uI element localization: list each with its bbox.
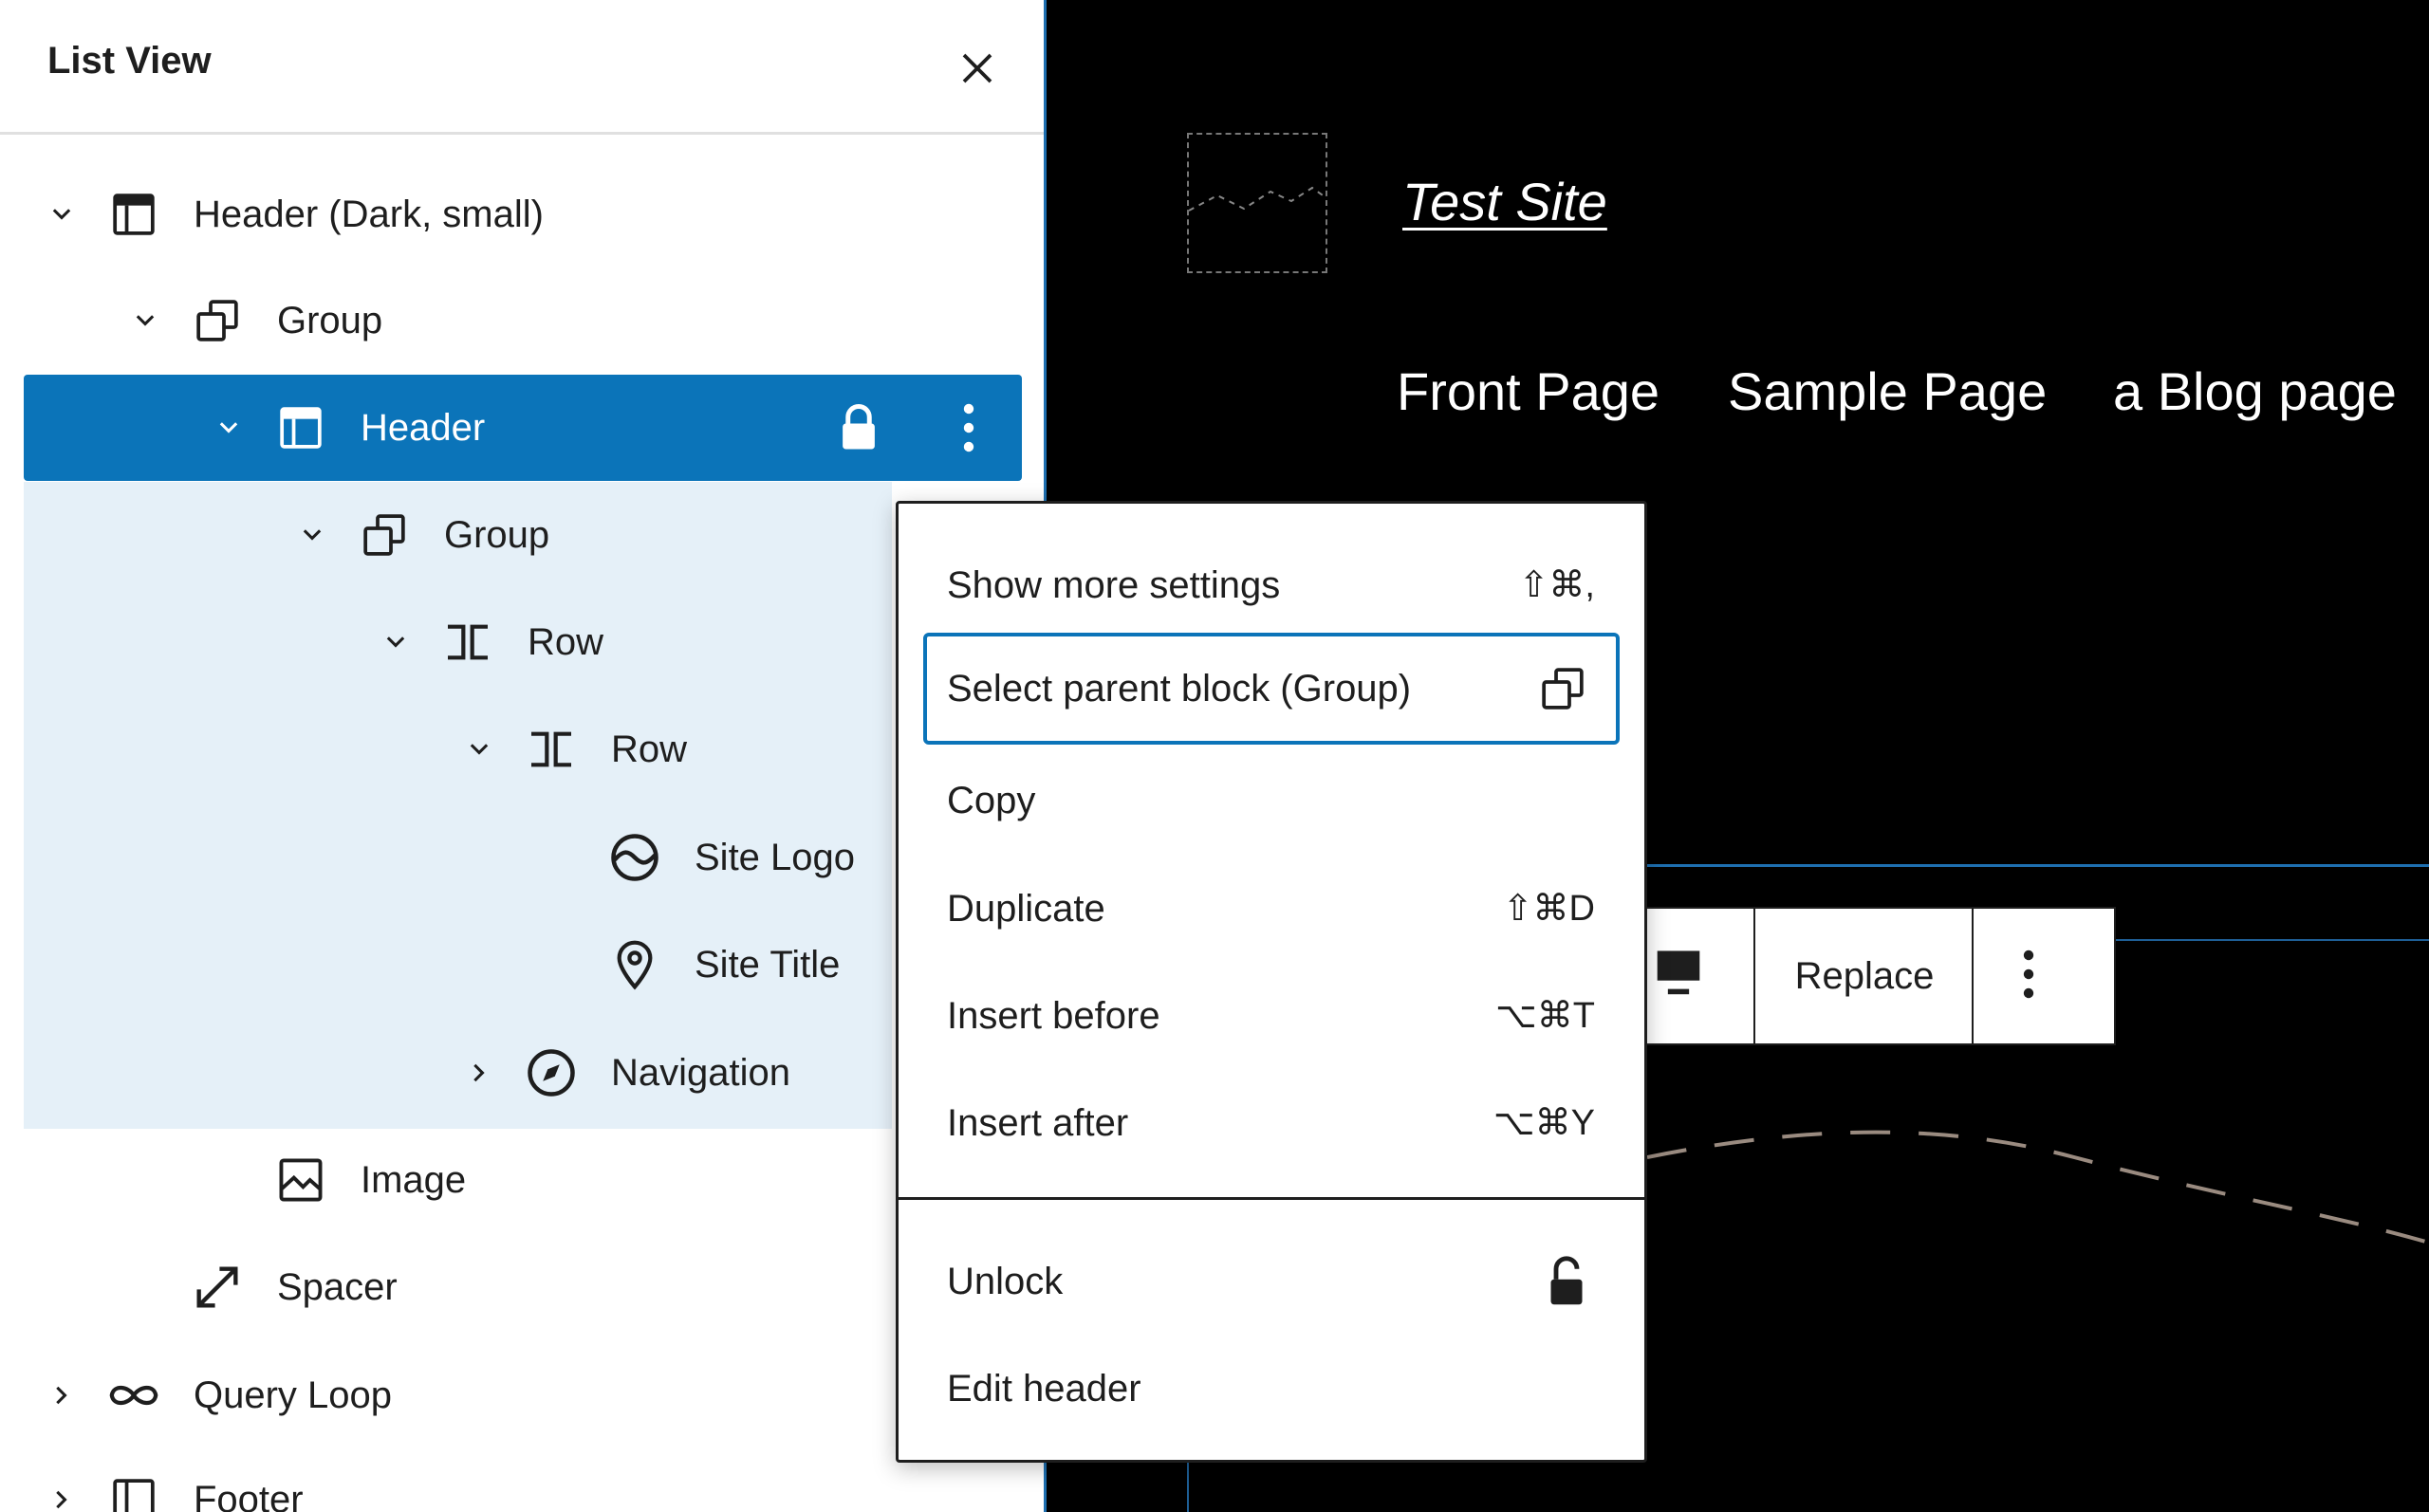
chevron-down-icon[interactable]: [41, 161, 83, 267]
list-item-label: Row: [528, 621, 604, 663]
chevron-down-icon[interactable]: [208, 375, 250, 481]
menu-item-unlock[interactable]: Unlock: [923, 1227, 1620, 1336]
list-item-header-selected[interactable]: Header: [24, 375, 1022, 481]
menu-separator: [899, 1197, 1644, 1200]
options-kebab-icon[interactable]: [942, 375, 995, 481]
list-item-label: Group: [444, 514, 550, 556]
list-view-panel: List View Header (Dark, small) Group Hea…: [0, 0, 1047, 1512]
menu-item-shortcut: ⌥⌘Y: [1493, 1103, 1595, 1143]
map-marker-icon: [606, 912, 663, 1018]
menu-item-label: Insert after: [947, 1102, 1129, 1144]
menu-item-label: Show more settings: [947, 564, 1281, 606]
menu-item-duplicate[interactable]: Duplicate ⇧⌘D: [923, 855, 1620, 963]
template-part-icon: [105, 161, 162, 267]
menu-item-show-more-settings[interactable]: Show more settings ⇧⌘,: [923, 531, 1620, 639]
block-options-menu: Show more settings ⇧⌘, Select parent blo…: [896, 501, 1647, 1463]
menu-item-label: Duplicate: [947, 888, 1105, 930]
close-icon: [962, 53, 992, 83]
chevron-right-icon[interactable]: [458, 1020, 500, 1126]
site-logo-icon: [606, 804, 663, 911]
list-item-image[interactable]: Image: [24, 1127, 1022, 1233]
list-item-navigation[interactable]: Navigation: [24, 1020, 1022, 1126]
group-icon: [1536, 636, 1589, 741]
menu-item-shortcut: ⌥⌘T: [1494, 996, 1595, 1036]
chevron-down-icon[interactable]: [291, 482, 333, 588]
resize-icon: [189, 1234, 246, 1340]
nav-link-front-page[interactable]: Front Page: [1397, 360, 1660, 422]
list-item-label: Site Title: [695, 944, 841, 986]
menu-item-select-parent[interactable]: Select parent block (Group): [923, 633, 1620, 745]
group-icon: [356, 482, 413, 588]
panel-header: List View: [0, 0, 1044, 135]
nav-link-blog-page[interactable]: a Blog page: [2113, 360, 2397, 422]
list-item-site-title[interactable]: Site Title: [24, 912, 1022, 1018]
replace-button[interactable]: Replace: [1757, 909, 1972, 1043]
chevron-down-icon[interactable]: [375, 589, 417, 695]
menu-item-insert-before[interactable]: Insert before ⌥⌘T: [923, 962, 1620, 1070]
navigation-icon: [523, 1020, 580, 1126]
row-icon: [523, 696, 580, 802]
menu-item-label: Edit header: [947, 1368, 1141, 1410]
block-toolbar: Replace: [1613, 907, 2116, 1045]
list-item-label: Query Loop: [194, 1374, 393, 1416]
list-item-label: Group: [277, 300, 383, 341]
nav-link-sample-page[interactable]: Sample Page: [1728, 360, 2047, 422]
row-icon: [439, 589, 496, 695]
more-options-icon[interactable]: [2023, 947, 2034, 1002]
menu-item-shortcut: ⇧⌘D: [1502, 889, 1595, 929]
list-item-label: Site Logo: [695, 837, 856, 878]
menu-item-label: Select parent block (Group): [947, 668, 1412, 710]
list-item-group[interactable]: Group: [24, 267, 1022, 374]
list-item-label: Footer: [194, 1479, 304, 1512]
chevron-down-icon[interactable]: [124, 267, 166, 374]
list-item-group[interactable]: Group: [24, 482, 1022, 588]
align-icon[interactable]: [1653, 947, 1704, 1002]
list-item-label: Image: [361, 1159, 467, 1201]
group-icon: [189, 267, 246, 374]
menu-item-insert-after[interactable]: Insert after ⌥⌘Y: [923, 1069, 1620, 1177]
list-item-row[interactable]: Row: [24, 696, 1022, 802]
list-item-query-loop[interactable]: Query Loop: [24, 1342, 1022, 1448]
logo-placeholder-icon: [1188, 186, 1326, 212]
chevron-down-icon[interactable]: [458, 696, 500, 802]
list-item-row[interactable]: Row: [24, 589, 1022, 695]
menu-item-edit-header[interactable]: Edit header: [923, 1335, 1620, 1443]
lock-icon[interactable]: [832, 375, 885, 481]
close-button[interactable]: [951, 42, 1004, 95]
dashed-curve-decoration: [1647, 1130, 2429, 1245]
list-item-label: Header (Dark, small): [194, 194, 544, 235]
unlock-icon: [1540, 1227, 1593, 1336]
panel-title: List View: [47, 40, 212, 82]
chevron-right-icon[interactable]: [41, 1447, 83, 1512]
menu-item-copy[interactable]: Copy: [923, 747, 1620, 855]
list-item-label: Spacer: [277, 1266, 398, 1308]
toolbar-separator: [1972, 909, 1974, 1043]
chevron-right-icon[interactable]: [41, 1342, 83, 1448]
site-title[interactable]: Test Site: [1402, 171, 1607, 232]
list-item-label: Navigation: [611, 1052, 791, 1094]
list-item-label: Header: [361, 407, 486, 449]
list-item-site-logo[interactable]: Site Logo: [24, 804, 1022, 911]
site-logo-placeholder[interactable]: [1187, 133, 1327, 273]
menu-item-label: Insert before: [947, 995, 1160, 1037]
toolbar-separator: [1753, 909, 1755, 1043]
list-item-footer[interactable]: Footer: [24, 1447, 1022, 1512]
menu-item-label: Unlock: [947, 1261, 1064, 1302]
menu-item-label: Copy: [947, 780, 1036, 821]
list-item-label: Row: [611, 728, 688, 770]
menu-item-shortcut: ⇧⌘,: [1518, 565, 1595, 605]
list-item-spacer[interactable]: Spacer: [24, 1234, 1022, 1340]
image-icon: [272, 1127, 329, 1233]
loop-icon: [105, 1342, 162, 1448]
footer-icon: [105, 1447, 162, 1512]
list-item-header-dark-small[interactable]: Header (Dark, small): [24, 161, 1022, 267]
template-part-icon: [272, 375, 329, 481]
